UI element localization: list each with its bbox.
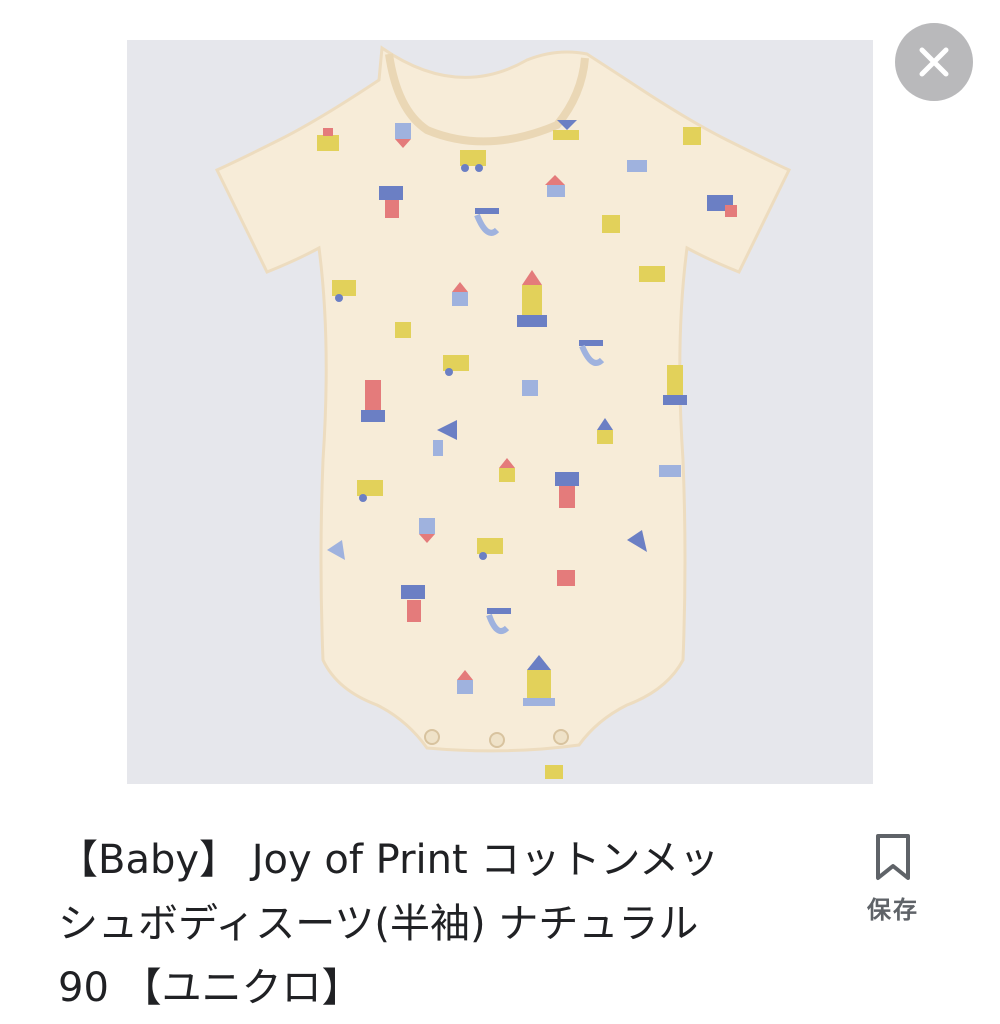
caption-line: 90 【ユニクロ】 (58, 965, 362, 1011)
save-button[interactable]: 保存 (852, 832, 934, 936)
caption-line: 【Baby】 Joy of Print コットンメッ (58, 837, 720, 883)
close-button[interactable] (895, 23, 973, 101)
bodysuit-shape (214, 45, 792, 753)
save-label: 保存 (867, 896, 919, 924)
bookmark-icon (876, 834, 910, 880)
snap (424, 729, 440, 745)
snap (553, 729, 569, 745)
product-image[interactable] (127, 40, 873, 784)
snap (489, 732, 505, 748)
close-icon (919, 47, 949, 77)
caption-line: シュボディスーツ(半袖) ナチュラル (58, 901, 699, 947)
bodysuit-illustration (214, 45, 792, 779)
product-caption[interactable]: 【Baby】 Joy of Print コットンメッ シュボディスーツ(半袖) … (58, 828, 828, 1020)
